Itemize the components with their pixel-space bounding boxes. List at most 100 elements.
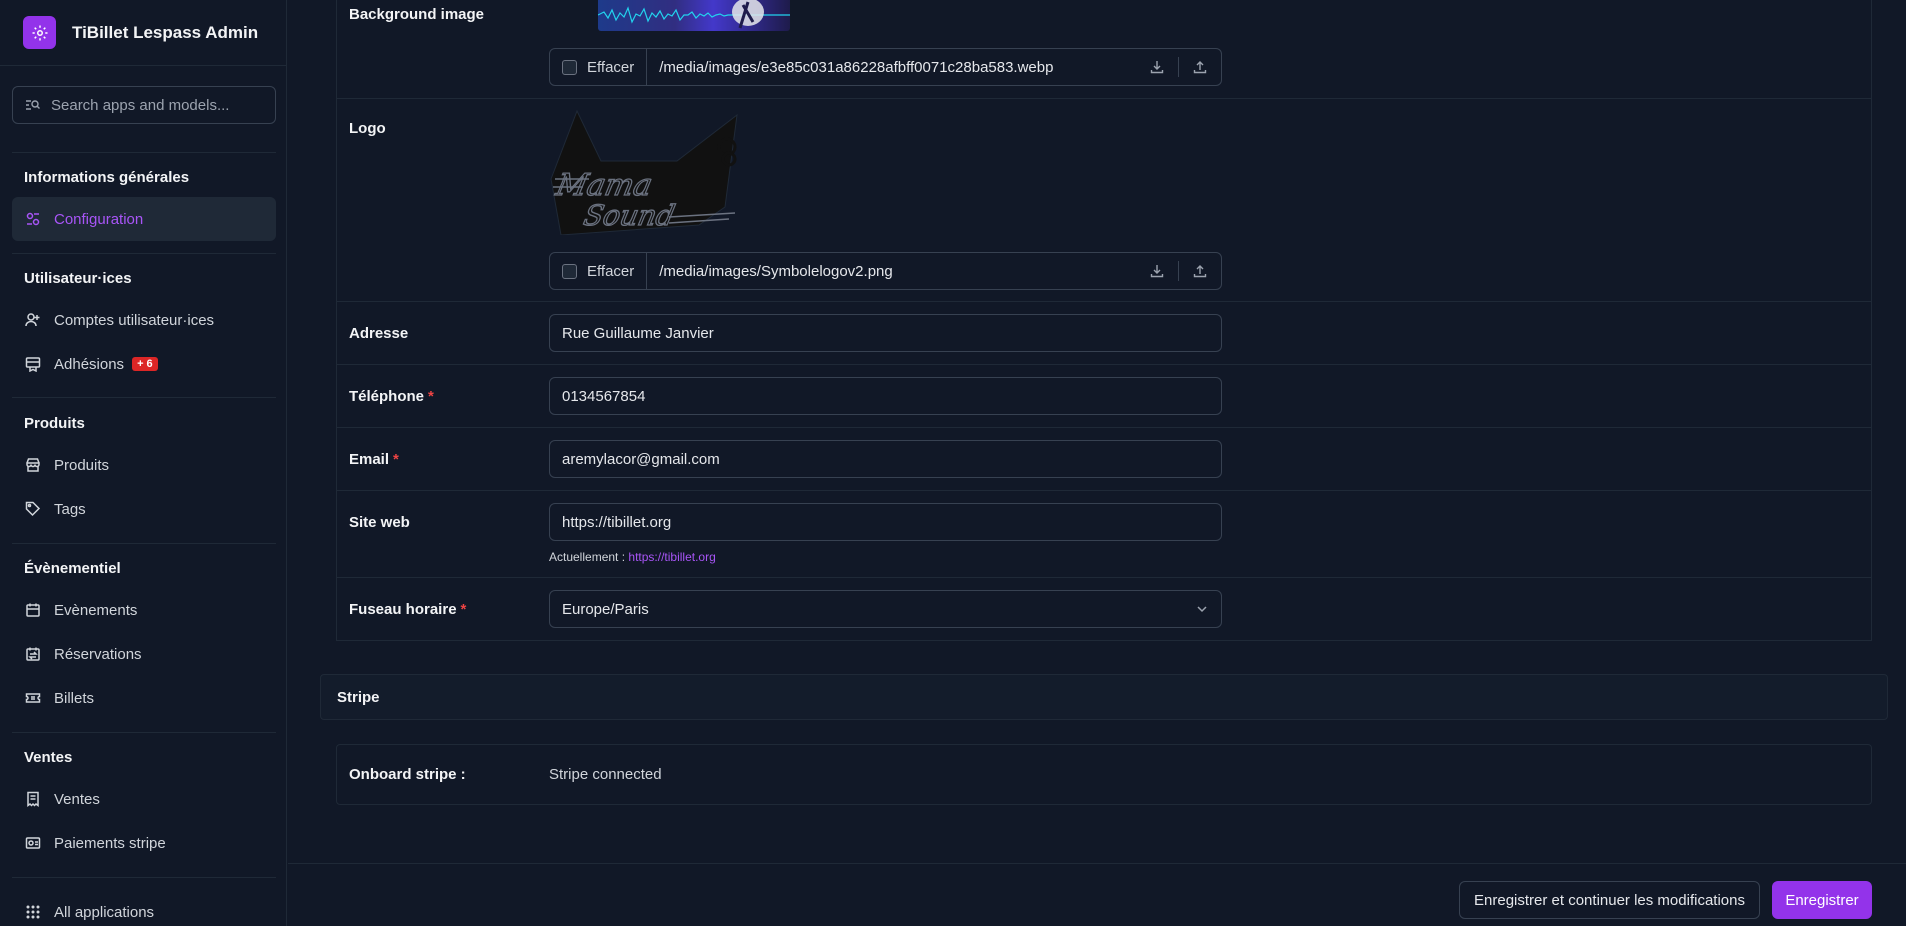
divider xyxy=(12,397,276,398)
divider xyxy=(12,732,276,733)
timezone-label: Fuseau horaire * xyxy=(349,601,466,618)
form-row-email: Email * aremylacor@gmail.com xyxy=(336,428,1872,491)
divider xyxy=(12,152,276,153)
tag-icon xyxy=(24,500,42,518)
form-footer: Enregistrer et continuer les modificatio… xyxy=(288,863,1906,926)
required-marker: * xyxy=(460,601,467,618)
sidebar-item-events[interactable]: Evènements xyxy=(12,588,276,632)
timezone-value: Europe/Paris xyxy=(562,600,649,618)
required-marker: * xyxy=(393,451,399,468)
sidebar-item-products[interactable]: Produits xyxy=(12,443,276,487)
grid-icon xyxy=(24,903,42,921)
search-input[interactable]: Search apps and models... xyxy=(12,86,276,124)
website-current-help: Actuellement : https://tibillet.org xyxy=(549,550,716,564)
save-and-continue-button[interactable]: Enregistrer et continuer les modificatio… xyxy=(1459,881,1760,919)
sidebar-item-label: Configuration xyxy=(54,210,144,228)
sidebar-item-memberships[interactable]: Adhésions + 6 xyxy=(12,342,276,386)
search-placeholder: Search apps and models... xyxy=(51,96,230,114)
section-title-users: Utilisateur·ices xyxy=(24,270,132,287)
form-row-onboard-stripe: Onboard stripe : Stripe connected xyxy=(336,744,1872,805)
email-label-text: Email xyxy=(349,451,390,468)
download-icon[interactable] xyxy=(1136,253,1178,289)
form-row-phone: Téléphone * 0134567854 xyxy=(336,365,1872,428)
background-image-path: /media/images/e3e85c031a86228afbff0071c2… xyxy=(659,58,1054,76)
sidebar-item-sales[interactable]: Ventes xyxy=(12,777,276,821)
sidebar-item-reservations[interactable]: Réservations xyxy=(12,632,276,676)
calendar-swap-icon xyxy=(24,645,42,663)
storefront-icon xyxy=(24,456,42,474)
required-marker: * xyxy=(428,388,434,405)
upload-icon[interactable] xyxy=(1179,49,1221,85)
website-label: Site web xyxy=(349,514,410,531)
card-membership-icon xyxy=(24,355,42,373)
clear-checkbox[interactable] xyxy=(562,263,577,279)
form-row-address: Adresse Rue Guillaume Janvier xyxy=(336,302,1872,365)
email-label: Email * xyxy=(349,451,399,468)
address-input[interactable]: Rue Guillaume Janvier xyxy=(549,314,1222,352)
onboard-stripe-label: Onboard stripe : xyxy=(349,766,466,783)
background-image-label: Background image xyxy=(349,6,485,23)
timezone-label-text: Fuseau horaire xyxy=(349,601,457,618)
sidebar-item-tags[interactable]: Tags xyxy=(12,487,276,531)
settings-icon xyxy=(24,210,42,228)
sidebar-item-label: Ventes xyxy=(54,790,100,808)
search-icon xyxy=(26,100,40,110)
form-row-website: Site web https://tibillet.org Actuelleme… xyxy=(336,491,1872,578)
email-input[interactable]: aremylacor@gmail.com xyxy=(549,440,1222,478)
logo-preview[interactable]: Mama Sound xyxy=(549,109,741,236)
section-title-events: Évènementiel xyxy=(24,560,121,577)
timezone-select[interactable]: Europe/Paris xyxy=(549,590,1222,628)
memberships-badge: + 6 xyxy=(132,357,158,371)
website-current-link[interactable]: https://tibillet.org xyxy=(628,550,715,564)
sidebar-item-label: All applications xyxy=(54,903,155,921)
payment-icon xyxy=(24,834,42,852)
section-title-informations: Informations générales xyxy=(24,169,190,186)
save-button[interactable]: Enregistrer xyxy=(1772,881,1872,919)
sidebar-item-label: Evènements xyxy=(54,601,138,619)
website-input[interactable]: https://tibillet.org xyxy=(549,503,1222,541)
sidebar-item-configuration[interactable]: Configuration xyxy=(12,197,276,241)
form-row-background-image: Background image Effacer /media/images/e… xyxy=(336,0,1872,99)
sidebar-item-label: Comptes utilisateur·ices xyxy=(54,311,215,329)
svg-text:Mama: Mama xyxy=(552,168,655,203)
sidebar-item-label: Billets xyxy=(54,689,95,707)
stripe-section-header[interactable]: Stripe xyxy=(320,674,1888,720)
divider xyxy=(12,253,276,254)
svg-text:Sound: Sound xyxy=(581,199,678,232)
brand[interactable]: TiBillet Lespass Admin xyxy=(0,0,286,66)
phone-label: Téléphone * xyxy=(349,388,434,405)
sidebar-item-all-applications[interactable]: All applications xyxy=(12,890,276,926)
phone-input[interactable]: 0134567854 xyxy=(549,377,1222,415)
clear-label: Effacer xyxy=(587,262,635,280)
section-title-products: Produits xyxy=(24,415,85,432)
sidebar-item-label: Adhésions xyxy=(54,355,125,373)
sidebar-item-stripe-payments[interactable]: Paiements stripe xyxy=(12,821,276,865)
divider xyxy=(12,543,276,544)
app-title: TiBillet Lespass Admin xyxy=(72,22,259,42)
sidebar-item-label: Paiements stripe xyxy=(54,834,166,852)
sidebar-item-label: Produits xyxy=(54,456,110,474)
ticket-icon xyxy=(24,689,42,707)
sidebar-item-user-accounts[interactable]: Comptes utilisateur·ices xyxy=(12,298,276,342)
receipt-icon xyxy=(24,790,42,808)
onboard-stripe-value: Stripe connected xyxy=(549,766,662,783)
background-image-preview[interactable] xyxy=(598,0,790,31)
sidebar: TiBillet Lespass Admin Search apps and m… xyxy=(0,0,287,926)
help-prefix: Actuellement : xyxy=(549,550,626,564)
logo-clear[interactable]: Effacer xyxy=(550,253,648,289)
app-logo-icon xyxy=(23,16,56,49)
logo-path: /media/images/Symbolelogov2.png xyxy=(659,262,893,280)
clear-label: Effacer xyxy=(587,58,635,76)
sidebar-item-tickets[interactable]: Billets xyxy=(12,676,276,720)
phone-label-text: Téléphone xyxy=(349,388,425,405)
main-content: Background image Effacer /media/images/e… xyxy=(288,0,1906,926)
divider xyxy=(12,877,276,878)
clear-checkbox[interactable] xyxy=(562,59,577,75)
form-row-timezone: Fuseau horaire * Europe/Paris xyxy=(336,578,1872,641)
calendar-icon xyxy=(24,601,42,619)
logo-file-input: Effacer /media/images/Symbolelogov2.png xyxy=(549,252,1222,290)
download-icon[interactable] xyxy=(1136,49,1178,85)
background-image-clear[interactable]: Effacer xyxy=(550,49,648,85)
address-label: Adresse xyxy=(349,325,409,342)
upload-icon[interactable] xyxy=(1179,253,1221,289)
